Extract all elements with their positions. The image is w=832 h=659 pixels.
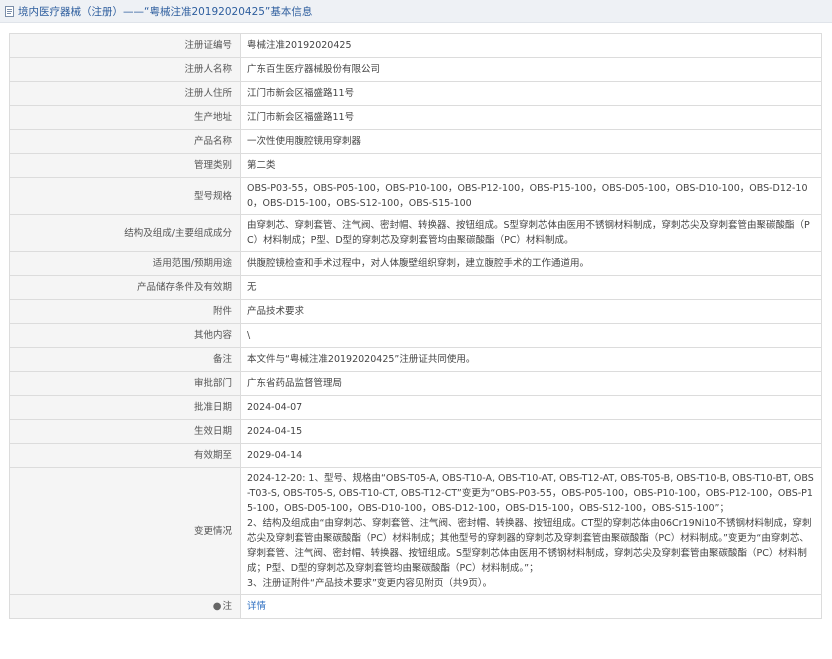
field-value: 江门市新会区福盛路11号	[240, 105, 822, 130]
field-label: 附件	[9, 299, 241, 324]
field-label: 其他内容	[9, 323, 241, 348]
note-value-cell: 详情	[240, 594, 822, 619]
field-value: 2024-04-07	[240, 395, 822, 420]
field-label: 生产地址	[9, 105, 241, 130]
note-label-cell: ●注	[9, 594, 241, 619]
field-label: 注册证编号	[9, 33, 241, 58]
field-value: 一次性使用腹腔镜用穿刺器	[240, 129, 822, 154]
field-value: \	[240, 323, 822, 348]
note-label: 注	[222, 601, 232, 612]
field-value: 第二类	[240, 153, 822, 178]
field-label: 批准日期	[9, 395, 241, 420]
info-table-container: 注册证编号 粤械注准20192020425 注册人名称 广东百生医疗器械股份有限…	[9, 33, 822, 619]
page-header: 境内医疗器械（注册）——“粤械注准20192020425”基本信息	[0, 0, 832, 23]
field-value: OBS-P03-55，OBS-P05-100，OBS-P10-100，OBS-P…	[240, 177, 822, 215]
field-label: 注册人住所	[9, 81, 241, 106]
field-value: 供腹腔镜检查和手术过程中，对人体腹壁组织穿刺，建立腹腔手术的工作通道用。	[240, 251, 822, 276]
field-label: 适用范围/预期用途	[9, 251, 241, 276]
field-label: 审批部门	[9, 371, 241, 396]
page-title: 境内医疗器械（注册）——“粤械注准20192020425”基本信息	[18, 5, 313, 18]
field-value: 由穿刺芯、穿刺套管、注气阀、密封帽、转换器、按钮组成。S型穿刺芯体由医用不锈钢材…	[240, 214, 822, 252]
table-row: ●注 详情	[9, 594, 822, 619]
table-row: 变更情况 2024-12-20: 1、型号、规格由“OBS-T05-A, OBS…	[9, 467, 822, 595]
field-label: 有效期至	[9, 443, 241, 468]
table-row: 结构及组成/主要组成成分 由穿刺芯、穿刺套管、注气阀、密封帽、转换器、按钮组成。…	[9, 214, 822, 252]
table-row: 产品储存条件及有效期 无	[9, 275, 822, 300]
table-row: 其他内容 \	[9, 323, 822, 348]
field-value: 广东省药品监督管理局	[240, 371, 822, 396]
table-row: 注册人住所 江门市新会区福盛路11号	[9, 81, 822, 106]
table-row: 注册证编号 粤械注准20192020425	[9, 33, 822, 58]
table-row: 管理类别 第二类	[9, 153, 822, 178]
field-value: 产品技术要求	[240, 299, 822, 324]
table-row: 注册人名称 广东百生医疗器械股份有限公司	[9, 57, 822, 82]
field-label: 注册人名称	[9, 57, 241, 82]
field-value: 无	[240, 275, 822, 300]
field-value: 本文件与“粤械注准20192020425”注册证共同使用。	[240, 347, 822, 372]
field-label: 生效日期	[9, 419, 241, 444]
table-row: 适用范围/预期用途 供腹腔镜检查和手术过程中，对人体腹壁组织穿刺，建立腹腔手术的…	[9, 251, 822, 276]
table-row: 附件 产品技术要求	[9, 299, 822, 324]
field-label: 型号规格	[9, 177, 241, 215]
details-link[interactable]: 详情	[247, 601, 266, 612]
field-label: 变更情况	[9, 467, 241, 595]
field-value: 2029-04-14	[240, 443, 822, 468]
table-row: 产品名称 一次性使用腹腔镜用穿刺器	[9, 129, 822, 154]
field-label: 产品储存条件及有效期	[9, 275, 241, 300]
info-table: 注册证编号 粤械注准20192020425 注册人名称 广东百生医疗器械股份有限…	[9, 33, 822, 619]
field-value: 2024-04-15	[240, 419, 822, 444]
field-label: 结构及组成/主要组成成分	[9, 214, 241, 252]
table-row: 生产地址 江门市新会区福盛路11号	[9, 105, 822, 130]
field-label: 管理类别	[9, 153, 241, 178]
table-row: 生效日期 2024-04-15	[9, 419, 822, 444]
table-row: 审批部门 广东省药品监督管理局	[9, 371, 822, 396]
field-label: 备注	[9, 347, 241, 372]
field-value: 2024-12-20: 1、型号、规格由“OBS-T05-A, OBS-T10-…	[240, 467, 822, 595]
table-row: 型号规格 OBS-P03-55，OBS-P05-100，OBS-P10-100，…	[9, 177, 822, 215]
field-label: 产品名称	[9, 129, 241, 154]
document-icon	[5, 5, 14, 17]
field-value: 粤械注准20192020425	[240, 33, 822, 58]
field-value: 广东百生医疗器械股份有限公司	[240, 57, 822, 82]
note-pin-icon: ●	[212, 601, 222, 612]
table-row: 批准日期 2024-04-07	[9, 395, 822, 420]
field-value: 江门市新会区福盛路11号	[240, 81, 822, 106]
table-row: 备注 本文件与“粤械注准20192020425”注册证共同使用。	[9, 347, 822, 372]
table-row: 有效期至 2029-04-14	[9, 443, 822, 468]
